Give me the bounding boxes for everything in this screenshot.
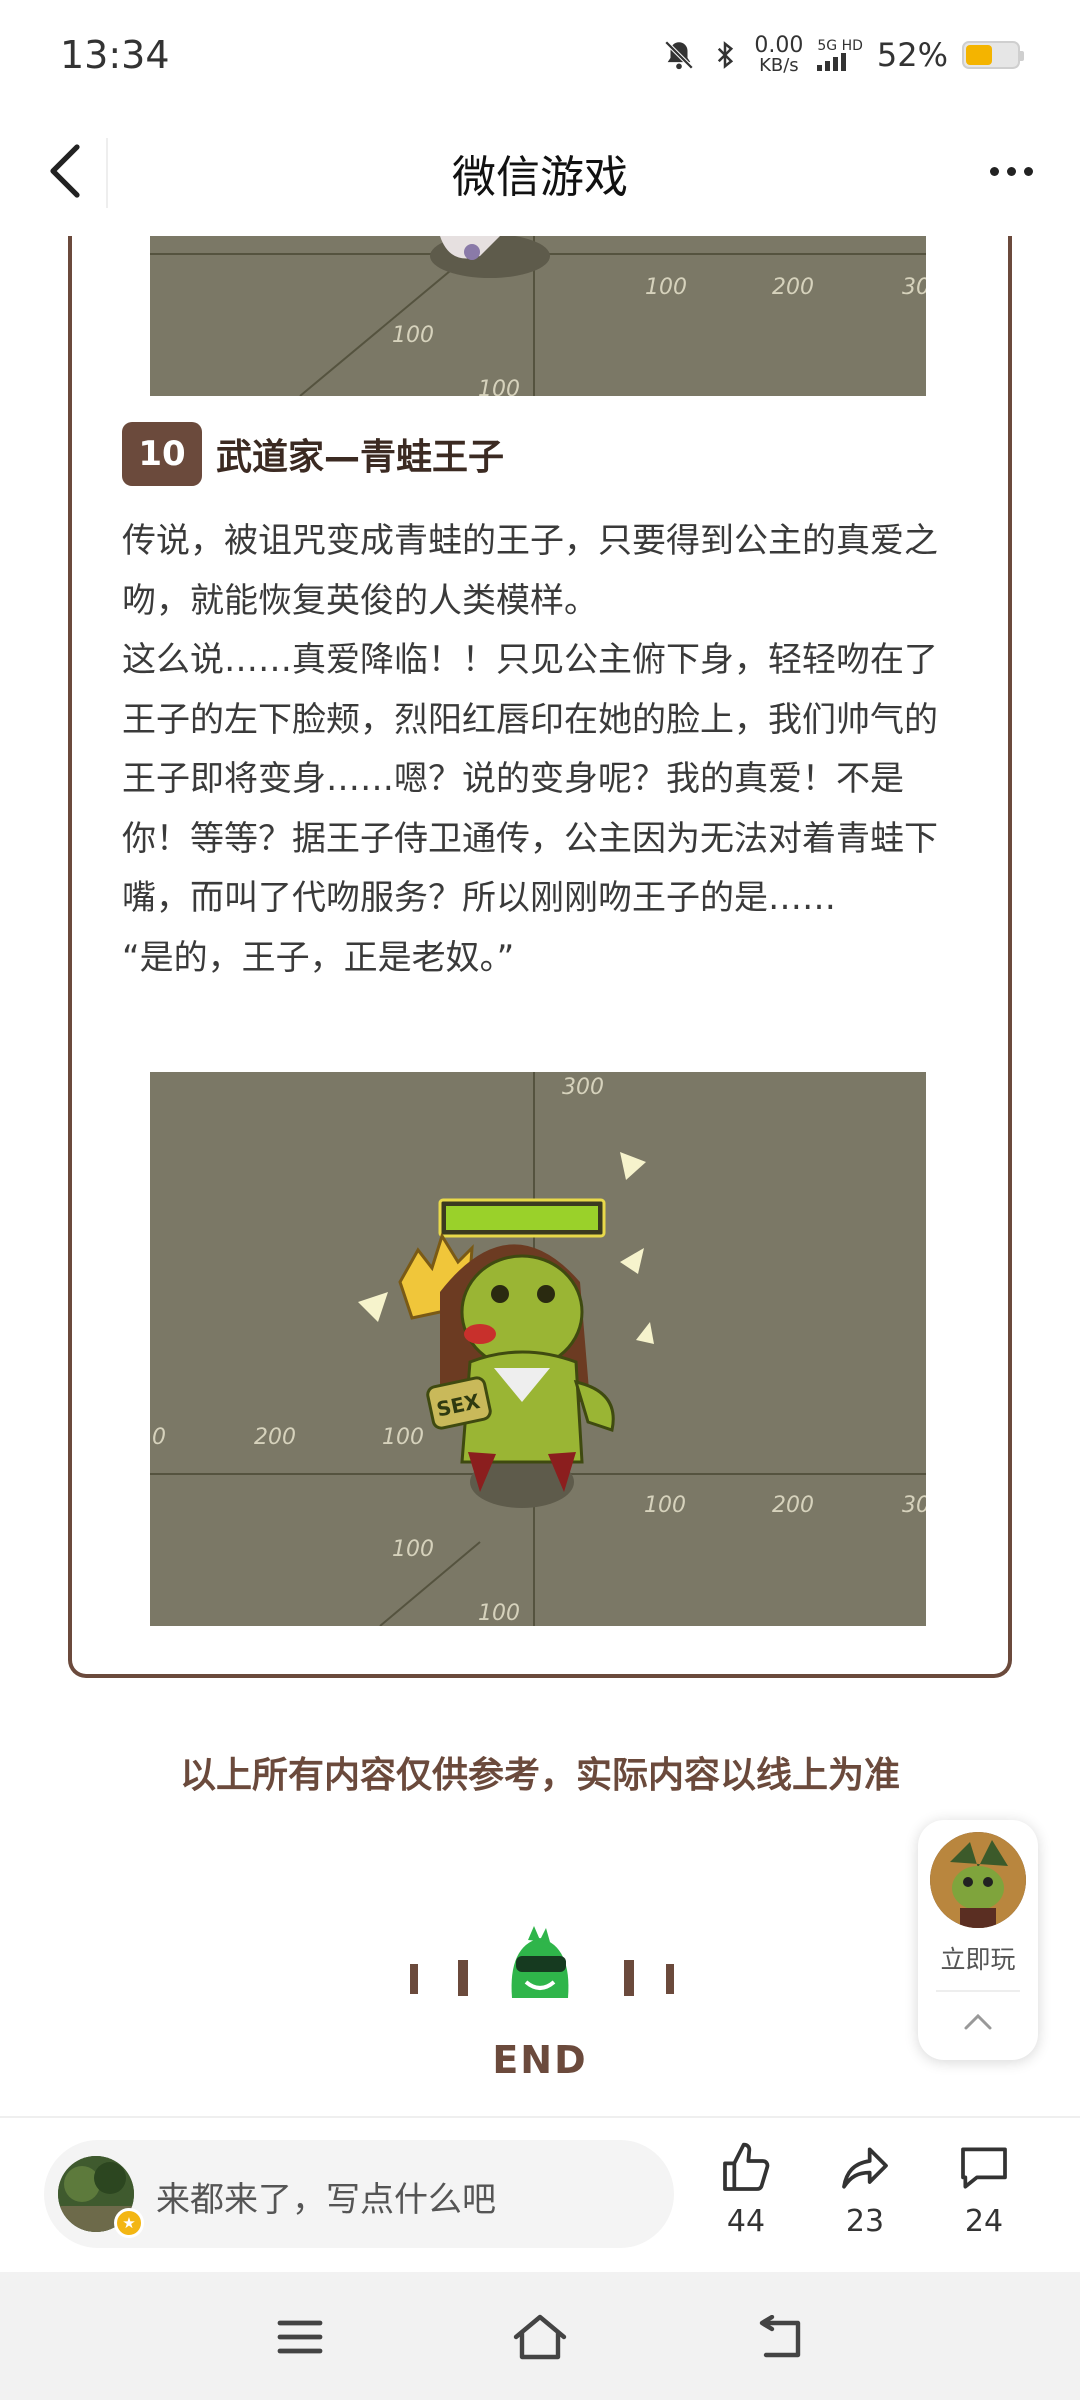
system-nav-bar xyxy=(0,2272,1080,2400)
net-speed-unit: KB/s xyxy=(759,55,799,76)
comment-input[interactable]: ★ 来都来了，写点什么吧 xyxy=(44,2140,674,2248)
story-paragraph: “是的，王子，正是老奴。” xyxy=(122,937,515,978)
status-bar: 13:34 0.00 KB/s 5G HD 52% xyxy=(0,0,1080,110)
comment-button[interactable]: 24 xyxy=(934,2140,1034,2239)
game-avatar[interactable] xyxy=(930,1832,1026,1928)
chevron-up-icon xyxy=(964,2013,992,2030)
tick-label: 100 xyxy=(645,275,687,300)
scroll-top-button[interactable] xyxy=(948,2000,1008,2044)
comment-count: 24 xyxy=(964,2204,1004,2239)
skill-range-image-top: 100 200 30 100 100 xyxy=(150,236,926,396)
disclaimer-text: 以上所有内容仅供参考，实际内容以线上为准 xyxy=(179,1755,900,1796)
tick-label: 200 xyxy=(254,1425,296,1450)
thumbs-up-icon xyxy=(723,2142,770,2191)
tick-label: 300 xyxy=(562,1075,604,1100)
back-icon xyxy=(759,2315,801,2358)
star-badge-icon: ★ xyxy=(114,2208,144,2238)
like-count: 44 xyxy=(726,2204,766,2239)
page-title: 微信游戏 xyxy=(452,152,628,203)
tick-label: 200 xyxy=(772,275,814,300)
share-count: 23 xyxy=(845,2204,885,2239)
story-paragraph: 传说，被诅咒变成青蛙的王子，只要得到公主的真爱之吻，就能恢复英俊的人类模样。 xyxy=(122,521,938,621)
play-now-label[interactable]: 立即玩 xyxy=(940,1940,1015,1976)
menu-button[interactable] xyxy=(265,2302,335,2372)
comment-icon xyxy=(961,2147,1007,2189)
article-content: 100 200 30 100 100 10 武道家—青蛙王子 传说，被诅咒变成青… xyxy=(0,236,1080,2116)
mute-bell-icon xyxy=(665,40,694,70)
menu-icon xyxy=(277,2320,323,2354)
battery-percent: 52% xyxy=(876,36,948,74)
comment-placeholder[interactable]: 来都来了，写点什么吧 xyxy=(156,2172,496,2221)
tick-label: 100 xyxy=(392,323,434,348)
action-bar: ★ 来都来了，写点什么吧 44 23 24 xyxy=(0,2116,1080,2272)
signal-bars-icon xyxy=(817,53,847,71)
back-button[interactable] xyxy=(30,136,100,206)
tick-label: 30 xyxy=(902,1493,926,1518)
story-paragraph: 这么说……真爱降临！！只见公主俯下身，轻轻吻在了王子的左下脸颊，烈阳红唇印在她的… xyxy=(122,640,938,918)
widget-divider xyxy=(936,1990,1020,1992)
home-button[interactable] xyxy=(505,2302,575,2372)
status-time: 13:34 xyxy=(60,33,170,77)
end-label: END xyxy=(492,2038,588,2082)
tick-label: 100 xyxy=(382,1425,424,1450)
nav-bar: 微信游戏 xyxy=(0,110,1080,236)
more-icon xyxy=(989,166,999,176)
frog-mascot-icon xyxy=(410,1926,674,1998)
tick-label: 0 xyxy=(152,1425,166,1450)
battery-fill xyxy=(966,45,992,65)
network-type: 5G HD xyxy=(817,38,863,54)
tick-label: 100 xyxy=(644,1493,686,1518)
section-heading: 10 武道家—青蛙王子 xyxy=(122,422,504,486)
tick-label: 30 xyxy=(902,275,926,300)
net-speed-value: 0.00 xyxy=(754,33,804,58)
bluetooth-icon xyxy=(718,41,734,69)
section-title: 武道家—青蛙王子 xyxy=(216,437,505,478)
back-arrow-icon xyxy=(50,144,80,198)
system-back-button[interactable] xyxy=(745,2302,815,2372)
net-speed: 0.00 KB/s xyxy=(754,35,803,75)
battery-icon xyxy=(962,41,1024,69)
play-now-widget[interactable]: 立即玩 xyxy=(918,1820,1038,2060)
more-button[interactable] xyxy=(976,136,1046,206)
tick-label: 200 xyxy=(772,1493,814,1518)
tick-label: 100 xyxy=(478,377,520,396)
tick-label: 100 xyxy=(478,1601,520,1626)
section-number-badge: 10 xyxy=(122,422,202,486)
frog-prince-image: 300 0 200 100 100 200 30 100 100 xyxy=(150,1072,926,1626)
story-text: 传说，被诅咒变成青蛙的王子，只要得到公主的真爱之吻，就能恢复英俊的人类模样。 这… xyxy=(122,512,962,988)
signal-indicator: 5G HD xyxy=(817,39,863,71)
tick-label: 100 xyxy=(392,1537,434,1562)
like-button[interactable]: 44 xyxy=(696,2140,796,2239)
nav-divider xyxy=(106,138,108,208)
status-icons: 0.00 KB/s 5G HD 52% xyxy=(662,35,1024,75)
share-icon xyxy=(842,2147,888,2189)
share-button[interactable]: 23 xyxy=(815,2140,915,2239)
home-icon xyxy=(513,2314,567,2360)
